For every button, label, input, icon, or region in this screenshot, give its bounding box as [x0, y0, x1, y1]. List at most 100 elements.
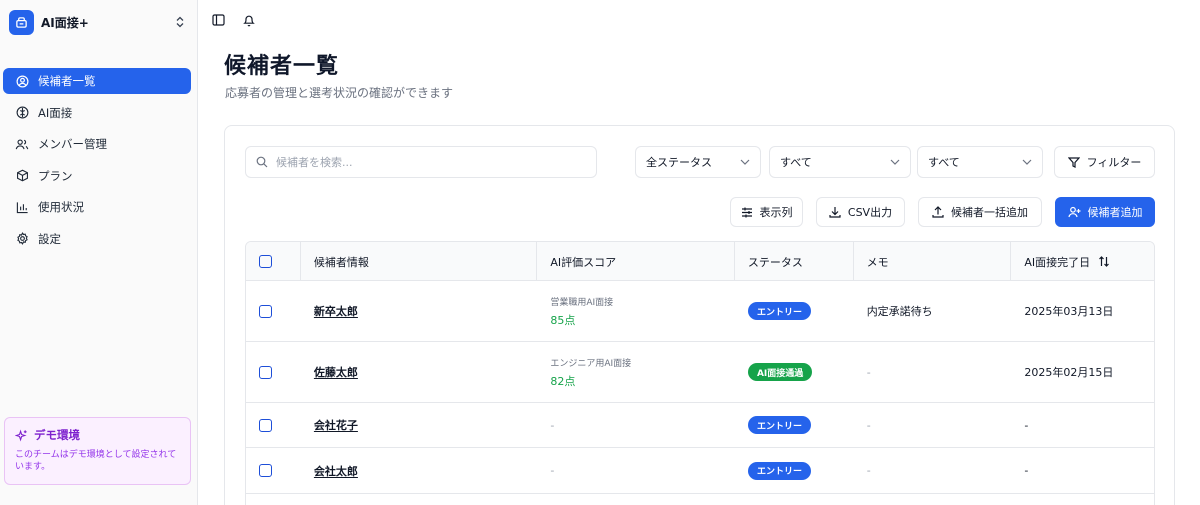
row-checkbox[interactable]	[259, 464, 272, 477]
status-select-value: 全ステータス	[646, 156, 712, 169]
score-value: 82点	[550, 374, 576, 388]
box-icon	[15, 169, 29, 183]
candidate-name-link[interactable]: 会社花子	[314, 417, 358, 433]
sidebar-item-label: 使用状況	[38, 200, 84, 215]
page-title: 候補者一覧	[224, 54, 340, 79]
status-badge: AI面接通過	[747, 363, 813, 381]
sidebar-item-ai-interview[interactable]: AI面接	[3, 100, 191, 126]
sidebar: AI面接+ 候補者一覧 AI面接 メンバー管理 プラン 使用状況 設定 デモ環境…	[0, 0, 198, 505]
table-header: 候補者情報 AI評価スコア ステータス メモ AI面接完了日	[246, 242, 1154, 281]
download-icon	[829, 206, 841, 218]
brain-icon	[15, 106, 29, 120]
score-value: 85点	[550, 313, 576, 327]
columns-button[interactable]: 表示列	[730, 197, 803, 227]
header-status: ステータス	[735, 242, 854, 281]
candidate-name-link[interactable]: 佐藤太郎	[314, 364, 358, 380]
upload-icon	[932, 206, 944, 218]
table-row[interactable]: 会社太郎 - エントリー - -	[246, 448, 1154, 494]
filter-select-2-value: すべて	[780, 156, 812, 169]
demo-environment-notice: デモ環境 このチームはデモ環境として設定されています。	[4, 417, 191, 485]
status-select[interactable]: 全ステータス	[635, 146, 761, 178]
search-box[interactable]	[245, 146, 597, 178]
row-checkbox[interactable]	[259, 418, 272, 432]
memo-cell: -	[866, 365, 871, 379]
candidate-name-link[interactable]: 会社太郎	[314, 463, 358, 479]
app-name: AI面接+	[41, 15, 89, 30]
sidebar-item-plan[interactable]: プラン	[3, 163, 191, 189]
sidebar-item-label: 設定	[38, 231, 61, 246]
sidebar-toggle-icon[interactable]	[211, 13, 225, 27]
score-interview-label: 営業職用AI面接	[550, 297, 614, 308]
completed-date-cell: 2025年03月13日	[1024, 305, 1114, 318]
completed-date-cell: -	[1024, 418, 1029, 432]
filter-select-3-value: すべて	[928, 156, 960, 169]
gear-icon	[15, 232, 29, 246]
chevrons-up-down-icon	[175, 16, 185, 28]
table-row[interactable]: 会社花子 - エントリー - -	[246, 403, 1154, 448]
header-completed-date[interactable]: AI面接完了日	[1011, 242, 1154, 281]
chevron-down-icon	[890, 159, 900, 165]
demo-title: デモ環境	[34, 428, 80, 442]
bulk-add-label: 候補者一括追加	[951, 206, 1028, 219]
table-row[interactable]: 佐藤太郎 エンジニア用AI面接 82点 AI面接通過 - 2025年02月15日	[246, 342, 1154, 403]
score-value: -	[550, 418, 555, 432]
header-candidate-info: 候補者情報	[301, 242, 538, 281]
users-icon	[15, 137, 29, 151]
bar-chart-icon	[15, 200, 29, 214]
status-badge: エントリー	[747, 461, 811, 480]
chevron-down-icon	[740, 159, 750, 165]
row-checkbox[interactable]	[259, 365, 272, 379]
search-input[interactable]	[276, 155, 576, 169]
columns-button-label: 表示列	[759, 206, 793, 219]
filter-select-2[interactable]: すべて	[769, 146, 911, 178]
sidebar-item-label: メンバー管理	[38, 137, 107, 152]
score-interview-label: エンジニア用AI面接	[550, 358, 632, 369]
table-row[interactable]: 新卒太郎 営業職用AI面接 85点 エントリー 内定承諾待ち 2025年03月1…	[246, 281, 1154, 342]
sort-icon[interactable]	[1098, 256, 1110, 267]
add-candidate-label: 候補者追加	[1087, 206, 1143, 219]
sliders-icon	[741, 207, 753, 218]
memo-cell: -	[866, 464, 871, 477]
csv-export-button[interactable]: CSV出力	[816, 197, 905, 227]
filter-icon	[1067, 156, 1080, 168]
sidebar-item-members[interactable]: メンバー管理	[3, 131, 191, 157]
user-plus-icon	[1067, 206, 1081, 218]
sidebar-item-label: プラン	[38, 168, 73, 183]
filter-button-label: フィルター	[1086, 156, 1142, 169]
sidebar-item-usage[interactable]: 使用状況	[3, 194, 191, 220]
sidebar-item-label: 候補者一覧	[38, 74, 96, 88]
select-all-checkbox[interactable]	[259, 255, 272, 268]
sparkles-icon	[15, 429, 28, 442]
completed-date-cell: -	[1024, 464, 1029, 477]
user-circle-icon	[15, 74, 29, 88]
candidate-name-link[interactable]: 新卒太郎	[314, 303, 358, 319]
candidates-card: 全ステータス すべて すべて フィルター 表示列 CSV出力 候補者一括追加 候…	[224, 125, 1175, 505]
filter-button[interactable]: フィルター	[1054, 146, 1155, 178]
team-switcher[interactable]: AI面接+	[9, 8, 189, 36]
search-icon	[256, 156, 268, 168]
filter-select-3[interactable]: すべて	[917, 146, 1043, 178]
sidebar-item-label: AI面接	[38, 105, 73, 120]
chevron-down-icon	[1022, 159, 1032, 165]
bulk-add-button[interactable]: 候補者一括追加	[918, 197, 1042, 227]
status-badge: エントリー	[747, 416, 811, 434]
add-candidate-button[interactable]: 候補者追加	[1055, 197, 1155, 227]
completed-date-cell: 2025年02月15日	[1024, 366, 1114, 379]
sidebar-item-settings[interactable]: 設定	[3, 226, 191, 252]
bell-icon[interactable]	[242, 13, 256, 27]
app-logo-icon	[9, 9, 34, 35]
row-checkbox[interactable]	[259, 304, 272, 318]
table-row-partial	[246, 494, 1154, 505]
sidebar-item-candidates[interactable]: 候補者一覧	[3, 68, 191, 94]
memo-cell: -	[866, 418, 871, 432]
page-subtitle: 応募者の管理と選考状況の確認ができます	[225, 86, 454, 100]
candidates-table: 候補者情報 AI評価スコア ステータス メモ AI面接完了日 新卒太郎 営業職用…	[245, 241, 1155, 505]
header-completed-date-label: AI面接完了日	[1024, 255, 1091, 269]
sidebar-nav: 候補者一覧 AI面接 メンバー管理 プラン 使用状況 設定	[3, 68, 191, 258]
score-value: -	[550, 464, 555, 477]
demo-text: このチームはデモ環境として設定されています。	[15, 450, 177, 472]
csv-export-label: CSV出力	[847, 206, 893, 219]
header-memo: メモ	[854, 242, 1012, 281]
memo-cell: 内定承諾待ち	[866, 305, 933, 318]
status-badge: エントリー	[747, 302, 811, 320]
